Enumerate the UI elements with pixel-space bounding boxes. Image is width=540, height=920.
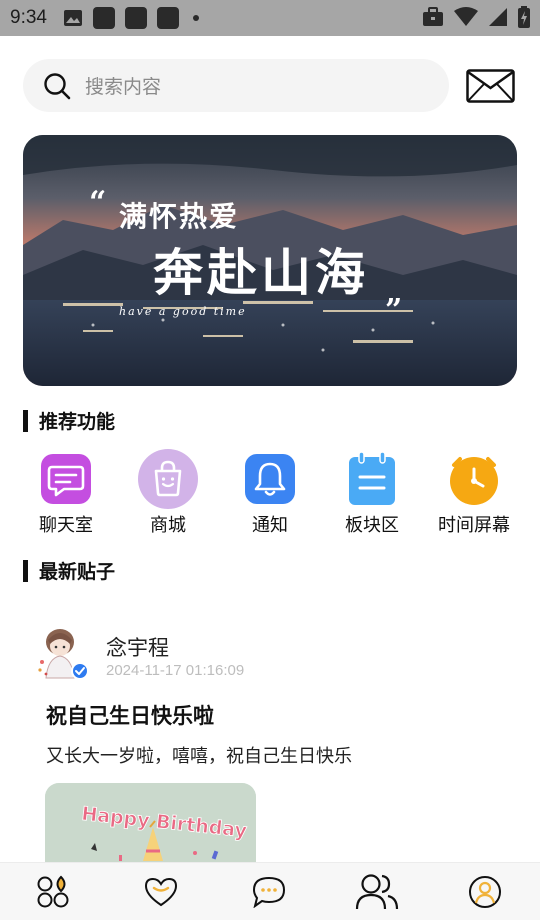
home-grid-icon: [37, 875, 69, 908]
avatar[interactable]: [34, 622, 92, 680]
section-marker: [23, 409, 28, 432]
post-timestamp: 2024-11-17 01:16:09: [106, 662, 245, 679]
signal-icon: [489, 8, 507, 26]
search-icon: [44, 72, 71, 99]
banner-carousel[interactable]: “ 满怀热爱 奔赴山海 have a good time ”: [23, 135, 517, 386]
section-marker: [23, 559, 28, 582]
nav-contacts[interactable]: [347, 863, 407, 920]
nav-home[interactable]: [23, 863, 83, 920]
post-body: 又长大一岁啦，嘻嘻，祝自己生日快乐: [46, 746, 352, 767]
profile-icon: [469, 876, 501, 908]
more-notifications-dot-icon: [192, 15, 199, 21]
section-title-text: 推荐功能: [39, 411, 116, 433]
app-notification-icon: [124, 7, 147, 29]
feature-time-screen[interactable]: 时间屏幕: [424, 449, 524, 537]
banner-open-quote: “: [89, 185, 107, 220]
feature-grid: 聊天室 商城 通知 板块区 时间屏幕: [0, 449, 540, 539]
mail-icon[interactable]: [466, 69, 515, 103]
section-title-recommended: 推荐功能: [23, 407, 115, 434]
nav-messages[interactable]: [239, 863, 299, 920]
chat-bubble-icon: [36, 449, 96, 509]
people-icon: [355, 874, 399, 910]
banner-line3: have a good time: [119, 305, 247, 318]
app-notification-icon: [92, 7, 115, 29]
feature-chat-room[interactable]: 聊天室: [16, 449, 116, 537]
post-title[interactable]: 祝自己生日快乐啦: [46, 700, 214, 730]
feature-board[interactable]: 板块区: [322, 449, 422, 537]
gallery-icon: [63, 10, 82, 26]
feature-label: 板块区: [345, 515, 399, 536]
wifi-icon: [454, 7, 478, 26]
search-bar[interactable]: 搜索内容: [23, 59, 449, 112]
bottom-navigation: [0, 862, 540, 920]
section-title-text: 最新贴子: [39, 561, 116, 583]
banner-close-quote: ”: [385, 293, 403, 328]
search-placeholder: 搜索内容: [85, 76, 162, 98]
feature-label: 通知: [252, 515, 288, 536]
section-title-latest-posts: 最新贴子: [23, 557, 115, 584]
post-author[interactable]: 念宇程: [106, 632, 169, 662]
feature-shop[interactable]: 商城: [118, 449, 218, 537]
feature-label: 聊天室: [39, 515, 93, 536]
nav-favorites[interactable]: [131, 863, 191, 920]
battery-icon: [518, 6, 530, 28]
message-icon: [252, 876, 286, 908]
clock-icon: [444, 449, 504, 509]
app-notification-icon: [156, 7, 179, 29]
banner-line1: 满怀热爱: [119, 200, 240, 233]
feature-label: 时间屏幕: [438, 515, 510, 536]
feature-label: 商城: [150, 515, 186, 536]
briefcase-icon: [423, 7, 443, 26]
banner-line2: 奔赴山海: [153, 243, 369, 302]
notepad-icon: [342, 449, 402, 509]
feature-notifications[interactable]: 通知: [220, 449, 320, 537]
post-image[interactable]: Happy Birthday: [45, 783, 256, 863]
nav-profile[interactable]: [455, 863, 515, 920]
bell-icon: [240, 449, 300, 509]
status-bar: 9:34: [0, 0, 540, 36]
heart-icon: [144, 877, 178, 907]
status-time: 9:34: [10, 7, 47, 28]
shopping-bag-icon: [138, 449, 198, 509]
